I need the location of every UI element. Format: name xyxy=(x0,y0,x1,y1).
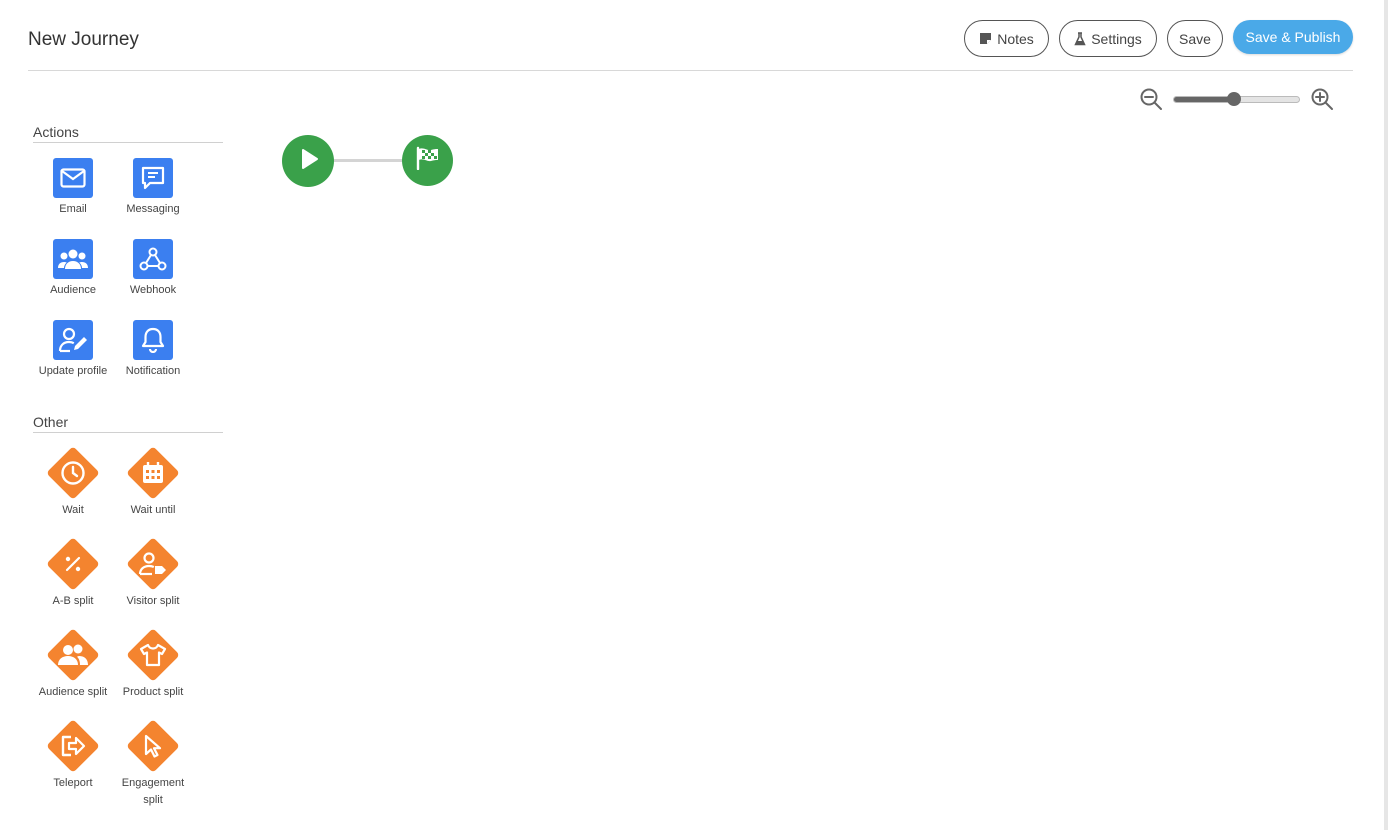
page-title: New Journey xyxy=(28,29,139,50)
zoom-slider[interactable] xyxy=(1173,92,1300,106)
user-tag-icon xyxy=(125,536,181,592)
action-messaging[interactable]: Messaging xyxy=(110,158,196,218)
notes-button[interactable]: Notes xyxy=(964,20,1049,57)
other-audience-split[interactable]: Audience split xyxy=(30,627,116,701)
other-section-divider xyxy=(33,432,223,433)
other-wait-until-label: Wait until xyxy=(130,504,176,516)
action-update-profile-label: Update profile xyxy=(38,365,108,377)
actions-section-title: Actions xyxy=(33,124,79,140)
other-ab-split[interactable]: A-B split xyxy=(30,536,116,610)
teleport-icon xyxy=(45,718,101,774)
action-notification[interactable]: Notification xyxy=(110,320,196,380)
other-wait[interactable]: Wait xyxy=(30,445,116,519)
end-node[interactable] xyxy=(402,135,453,186)
action-messaging-label: Messaging xyxy=(126,203,180,215)
note-icon xyxy=(979,32,992,45)
chat-icon xyxy=(133,158,173,198)
other-teleport[interactable]: Teleport xyxy=(30,718,116,792)
flask-icon xyxy=(1074,31,1086,46)
page-scrollbar[interactable] xyxy=(1384,0,1388,830)
action-audience-label: Audience xyxy=(50,284,96,296)
action-webhook-label: Webhook xyxy=(129,284,177,296)
shirt-icon xyxy=(125,627,181,683)
calendar-icon xyxy=(125,445,181,501)
settings-button[interactable]: Settings xyxy=(1059,20,1157,57)
percent-icon xyxy=(45,536,101,592)
flow-connector xyxy=(333,159,404,162)
header-divider xyxy=(28,70,1353,71)
other-product-split-label: Product split xyxy=(122,686,184,698)
cursor-icon xyxy=(125,718,181,774)
notes-label: Notes xyxy=(997,30,1034,47)
save-publish-button[interactable]: Save & Publish xyxy=(1233,20,1353,54)
zoom-in-icon[interactable] xyxy=(1310,87,1334,111)
finish-flag-icon xyxy=(415,146,441,175)
settings-label: Settings xyxy=(1091,30,1142,47)
other-section-title: Other xyxy=(33,414,69,430)
other-teleport-label: Teleport xyxy=(53,777,93,789)
save-label: Save xyxy=(1179,30,1211,47)
action-audience[interactable]: Audience xyxy=(30,239,116,299)
envelope-icon xyxy=(53,158,93,198)
other-wait-until[interactable]: Wait until xyxy=(110,445,196,519)
zoom-slider-thumb[interactable] xyxy=(1227,92,1241,106)
other-audience-split-label: Audience split xyxy=(38,686,108,698)
play-icon xyxy=(295,146,321,177)
webhook-icon xyxy=(133,239,173,279)
actions-section-divider xyxy=(33,142,223,143)
user-edit-icon xyxy=(53,320,93,360)
other-product-split[interactable]: Product split xyxy=(110,627,196,701)
other-visitor-split-label: Visitor split xyxy=(126,595,180,607)
users-icon xyxy=(45,627,101,683)
other-engagement-split-label: Engagement split xyxy=(121,777,185,806)
action-webhook[interactable]: Webhook xyxy=(110,239,196,299)
action-notification-label: Notification xyxy=(125,365,181,377)
action-email[interactable]: Email xyxy=(30,158,116,218)
other-wait-label: Wait xyxy=(62,504,84,516)
users-icon xyxy=(53,239,93,279)
other-visitor-split[interactable]: Visitor split xyxy=(110,536,196,610)
save-publish-label: Save & Publish xyxy=(1245,29,1341,45)
clock-icon xyxy=(45,445,101,501)
action-update-profile[interactable]: Update profile xyxy=(30,320,116,380)
start-node[interactable] xyxy=(282,135,334,187)
zoom-out-icon[interactable] xyxy=(1139,87,1163,111)
save-button[interactable]: Save xyxy=(1167,20,1223,57)
zoom-slider-fill xyxy=(1174,97,1234,102)
bell-icon xyxy=(133,320,173,360)
action-email-label: Email xyxy=(59,203,87,215)
other-engagement-split[interactable]: Engagement split xyxy=(110,718,196,809)
other-ab-split-label: A-B split xyxy=(52,595,94,607)
